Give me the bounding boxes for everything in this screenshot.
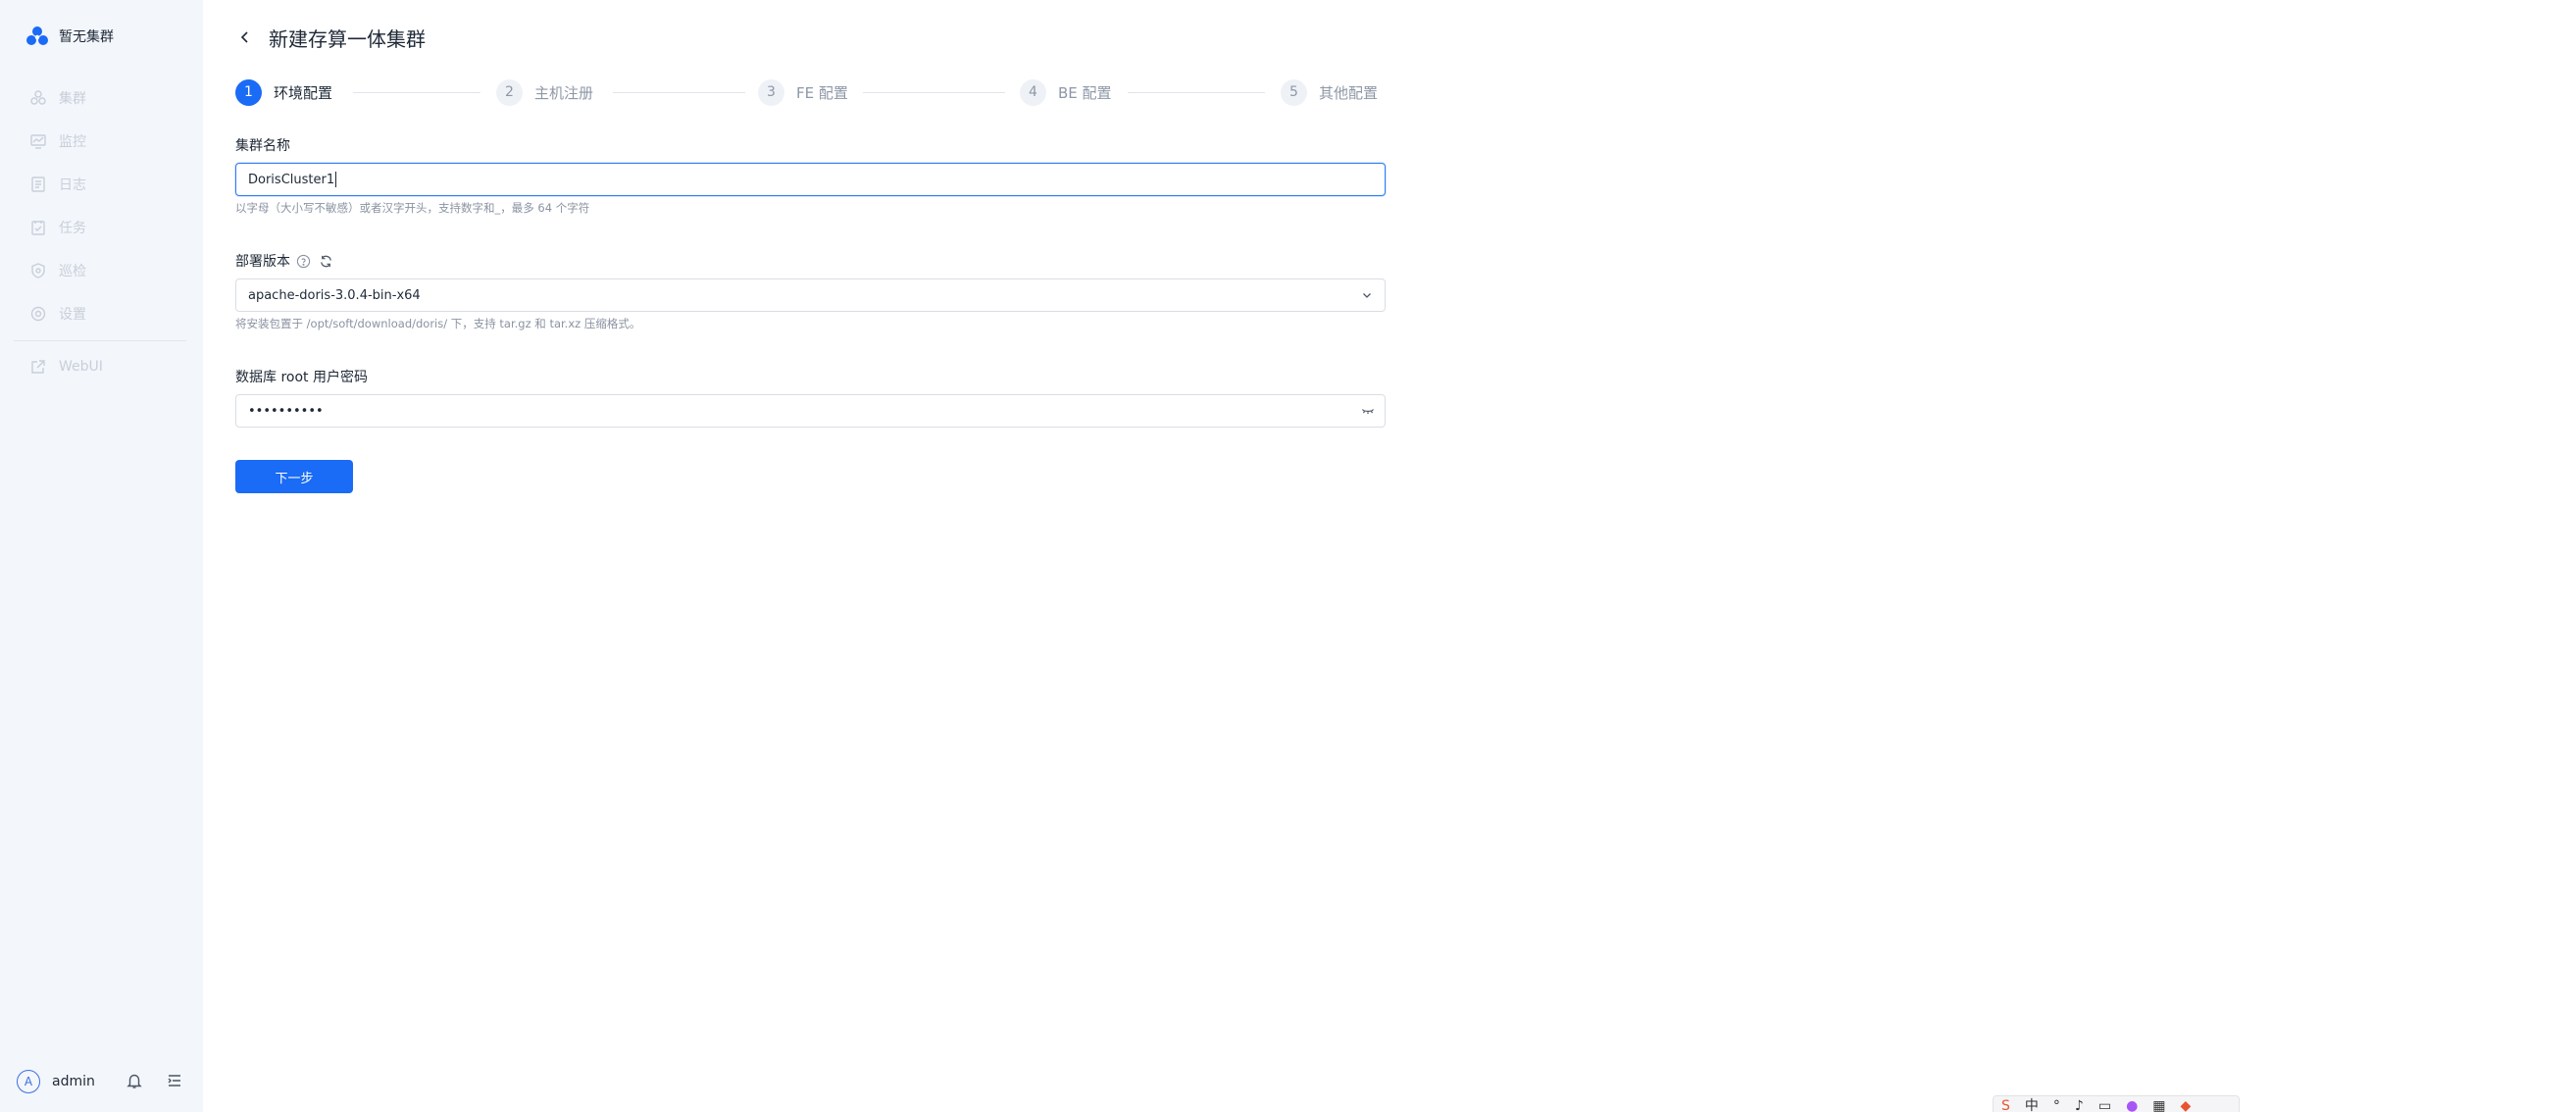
settings-icon	[30, 306, 46, 322]
page-header: 新建存算一体集群	[235, 22, 426, 53]
stepper: 1 环境配置 2 主机注册 3 FE 配置 4 BE 配置 5 其他配置	[235, 78, 1386, 106]
sogou-ime-icon[interactable]: S	[2001, 1099, 2010, 1112]
sidebar-item-label: 集群	[59, 91, 86, 107]
step-host-register: 2 主机注册	[496, 78, 593, 106]
cluster-name-hint: 以字母（大小写不敏感）或者汉字开头，支持数字和_，最多 64 个字符	[235, 201, 590, 215]
step-connector	[1128, 92, 1265, 93]
keyboard-icon[interactable]: ▭	[2098, 1099, 2111, 1112]
app-tray-icon[interactable]: ◆	[2181, 1099, 2192, 1112]
password-label: 数据库 root 用户密码	[235, 370, 368, 385]
eye-closed-icon[interactable]	[1361, 404, 1375, 418]
brand-name: 暂无集群	[59, 29, 114, 45]
sidebar-item-log[interactable]: 日志	[29, 163, 86, 206]
step-number: 3	[758, 78, 784, 106]
brand: 暂无集群	[25, 24, 114, 49]
step-label: 环境配置	[274, 83, 333, 102]
step-label: BE 配置	[1058, 83, 1112, 102]
toolbox-icon[interactable]: ▦	[2152, 1099, 2165, 1112]
inspect-icon	[31, 263, 45, 278]
step-label: 主机注册	[534, 83, 594, 102]
system-tray: S 中 ° ♪ ▭ ● ▦ ◆	[1993, 1095, 2240, 1112]
step-number: 4	[1020, 78, 1046, 106]
step-number: 1	[235, 78, 262, 106]
chevron-down-icon	[1363, 293, 1371, 298]
sidebar-item-monitor[interactable]: 监控	[29, 120, 86, 163]
bell-icon[interactable]	[126, 1072, 143, 1089]
help-circle-icon[interactable]	[296, 254, 311, 269]
version-select[interactable]: apache-doris-3.0.4-bin-x64	[235, 278, 1386, 312]
page-title: 新建存算一体集群	[269, 26, 426, 51]
step-be-config: 4 BE 配置	[1020, 78, 1112, 106]
sidebar-item-settings[interactable]: 设置	[29, 292, 86, 335]
cluster-name-label: 集群名称	[235, 138, 290, 154]
punctuation-icon[interactable]: °	[2053, 1099, 2060, 1112]
log-icon	[31, 177, 45, 192]
step-label: FE 配置	[796, 83, 848, 102]
user-name: admin	[52, 1074, 95, 1089]
cluster-logo-icon	[26, 26, 48, 45]
password-input[interactable]: ••••••••••	[235, 394, 1386, 428]
sidebar-item-label: 任务	[59, 221, 86, 236]
sidebar: 暂无集群 集群 监控 日志 任务 巡检 设置 WebUI A admin	[0, 0, 203, 1112]
sidebar-item-label: 监控	[59, 134, 86, 150]
step-number: 5	[1281, 78, 1307, 106]
step-other-config: 5 其他配置	[1281, 78, 1378, 106]
ime-mode-label[interactable]: 中	[2025, 1099, 2039, 1112]
version-hint: 将安装包置于 /opt/soft/download/doris/ 下，支持 ta…	[235, 317, 641, 330]
version-label: 部署版本	[235, 254, 290, 270]
text-caret	[335, 172, 337, 187]
sidebar-nav: 集群 监控 日志 任务 巡检 设置	[29, 76, 86, 335]
version-value: apache-doris-3.0.4-bin-x64	[248, 287, 421, 303]
refresh-icon[interactable]	[319, 254, 333, 269]
password-value: ••••••••••	[248, 403, 324, 419]
step-connector	[353, 92, 480, 93]
sidebar-item-label: 日志	[59, 177, 86, 193]
step-number: 2	[496, 78, 523, 106]
external-link-icon	[31, 360, 45, 374]
next-step-button[interactable]: 下一步	[235, 460, 353, 493]
task-icon	[31, 221, 45, 235]
cluster-name-value: DorisCluster1	[248, 172, 335, 187]
cluster-name-input[interactable]: DorisCluster1	[235, 163, 1386, 196]
step-env-config: 1 环境配置	[235, 78, 332, 106]
sidebar-item-task[interactable]: 任务	[29, 206, 86, 249]
step-connector	[863, 92, 1005, 93]
version-label-row: 部署版本	[235, 251, 333, 271]
sidebar-item-cluster[interactable]: 集群	[29, 76, 86, 120]
cluster-icon	[30, 90, 46, 105]
collapse-menu-icon[interactable]	[166, 1072, 183, 1089]
step-connector	[613, 92, 745, 93]
skin-icon[interactable]: ●	[2126, 1099, 2138, 1112]
avatar: A	[17, 1070, 40, 1093]
step-label: 其他配置	[1319, 83, 1379, 102]
back-arrow-icon[interactable]	[235, 27, 255, 47]
monitor-icon	[30, 134, 46, 149]
sidebar-divider	[14, 340, 186, 341]
sidebar-item-label: 巡检	[59, 264, 86, 279]
sidebar-item-label: WebUI	[59, 359, 103, 375]
voice-icon[interactable]: ♪	[2075, 1099, 2084, 1112]
user-menu[interactable]: A admin	[17, 1069, 95, 1094]
sidebar-item-webui[interactable]: WebUI	[29, 349, 103, 384]
step-fe-config: 3 FE 配置	[758, 78, 848, 106]
sidebar-item-label: 设置	[59, 307, 86, 323]
sidebar-item-inspect[interactable]: 巡检	[29, 249, 86, 292]
